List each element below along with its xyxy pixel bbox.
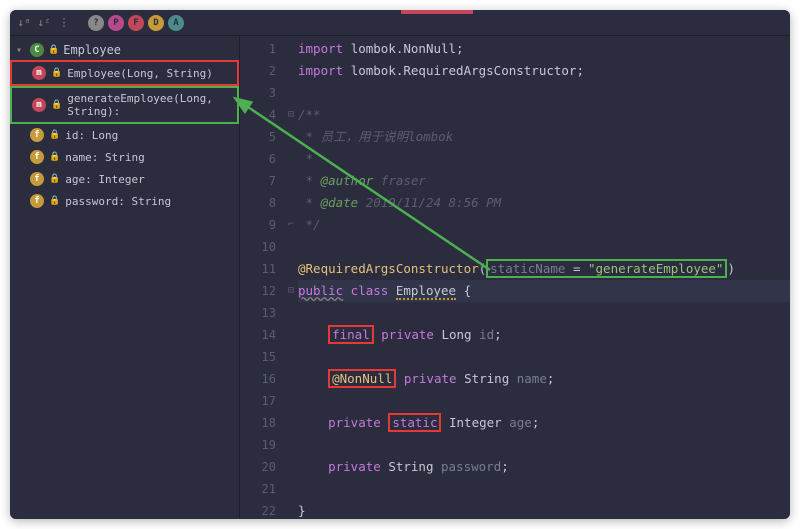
sort-alpha-icon[interactable]: ↓ᶻ: [36, 15, 52, 31]
class-name: Employee: [63, 43, 121, 57]
javadoc-open: /**: [298, 107, 321, 122]
type-long: Long: [441, 327, 471, 342]
item-label: password: String: [65, 195, 171, 208]
main-area: ▾ C 🔒 Employee m 🔒 Employee(Long, String…: [10, 36, 790, 519]
type-integer: Integer: [441, 415, 501, 430]
structure-sidebar: ▾ C 🔒 Employee m 🔒 Employee(Long, String…: [10, 36, 240, 519]
keyword-private: private: [328, 415, 388, 430]
class-icon: C: [30, 43, 44, 57]
structure-item-constructor[interactable]: m 🔒 Employee(Long, String): [10, 60, 239, 86]
lock-icon: 🔒: [51, 68, 62, 78]
toolbar: ↓ᵃ ↓ᶻ ⋮ ? P F D A: [10, 10, 790, 36]
ide-window: ↓ᵃ ↓ᶻ ⋮ ? P F D A ▾ C 🔒 Employee m 🔒 Emp…: [10, 10, 790, 519]
code-content[interactable]: import lombok.NonNull; import lombok.Req…: [298, 36, 790, 519]
lock-icon: 🔒: [49, 196, 60, 206]
import-line: lombok.NonNull;: [351, 41, 464, 56]
method-icon: m: [32, 66, 46, 80]
lock-icon: 🔒: [51, 100, 62, 110]
javadoc-tag: @author: [321, 173, 374, 188]
javadoc-value: 2019/11/24 8:56 PM: [358, 195, 501, 210]
keyword-static: static: [388, 413, 441, 432]
type-string: String: [388, 459, 433, 474]
field-name: name: [509, 371, 547, 386]
active-tab-indicator: [401, 10, 473, 14]
toolbar-badge-1[interactable]: P: [108, 15, 124, 31]
item-label: name: String: [65, 151, 144, 164]
class-name: Employee: [396, 283, 456, 300]
structure-item-field[interactable]: f 🔒 name: String: [10, 146, 239, 168]
expand-arrow-icon[interactable]: ▾: [16, 45, 26, 56]
javadoc-line: * 员工，用于说明lombok: [298, 129, 453, 144]
keyword-class: class: [343, 283, 396, 298]
lock-icon: 🔒: [49, 174, 60, 184]
fold-column: ⊟⌐⊟: [284, 36, 298, 519]
line-gutter: 12345678910111213141516171819202122: [240, 36, 284, 519]
lock-icon: 🔒: [48, 45, 59, 55]
toolbar-badge-0[interactable]: ?: [88, 15, 104, 31]
field-icon: f: [30, 194, 44, 208]
structure-item-field[interactable]: f 🔒 id: Long: [10, 124, 239, 146]
structure-item-field[interactable]: f 🔒 age: Integer: [10, 168, 239, 190]
structure-item-generate[interactable]: m 🔒 generateEmployee(Long, String):: [10, 86, 239, 124]
brace: {: [456, 283, 471, 298]
javadoc-tag: @date: [321, 195, 359, 210]
filter-icon[interactable]: ⋮: [56, 15, 72, 31]
type-string: String: [464, 371, 509, 386]
keyword-private: private: [374, 327, 442, 342]
item-label: generateEmployee(Long, String):: [67, 92, 231, 118]
javadoc-close: */: [298, 217, 321, 232]
item-label: age: Integer: [65, 173, 144, 186]
field-icon: f: [30, 150, 44, 164]
keyword-private: private: [328, 459, 388, 474]
keyword-final: final: [328, 325, 374, 344]
keyword-private: private: [396, 371, 464, 386]
lock-icon: 🔒: [49, 130, 60, 140]
annotation-nonnull: @NonNull: [328, 369, 396, 388]
field-icon: f: [30, 128, 44, 142]
toolbar-badge-2[interactable]: F: [128, 15, 144, 31]
item-label: id: Long: [65, 129, 118, 142]
annotation: @RequiredArgsConstructor: [298, 261, 479, 276]
class-node[interactable]: ▾ C 🔒 Employee: [10, 40, 239, 60]
javadoc-line: *: [298, 151, 313, 166]
keyword-public: public: [298, 283, 343, 298]
code-editor[interactable]: 12345678910111213141516171819202122 ⊟⌐⊟ …: [240, 36, 790, 519]
field-age: age: [502, 415, 532, 430]
field-password: password: [433, 459, 501, 474]
method-icon: m: [32, 98, 46, 112]
import-line: lombok.RequiredArgsConstructor;: [351, 63, 584, 78]
javadoc-value: fraser: [373, 173, 426, 188]
item-label: Employee(Long, String): [67, 67, 213, 80]
field-icon: f: [30, 172, 44, 186]
field-id: id: [472, 327, 495, 342]
structure-item-field[interactable]: f 🔒 password: String: [10, 190, 239, 212]
toolbar-badge-3[interactable]: D: [148, 15, 164, 31]
sort-icon[interactable]: ↓ᵃ: [16, 15, 32, 31]
lock-icon: 🔒: [49, 152, 60, 162]
brace-close: }: [298, 503, 306, 518]
static-name-param: staticName = "generateEmployee": [486, 259, 727, 278]
toolbar-badge-4[interactable]: A: [168, 15, 184, 31]
